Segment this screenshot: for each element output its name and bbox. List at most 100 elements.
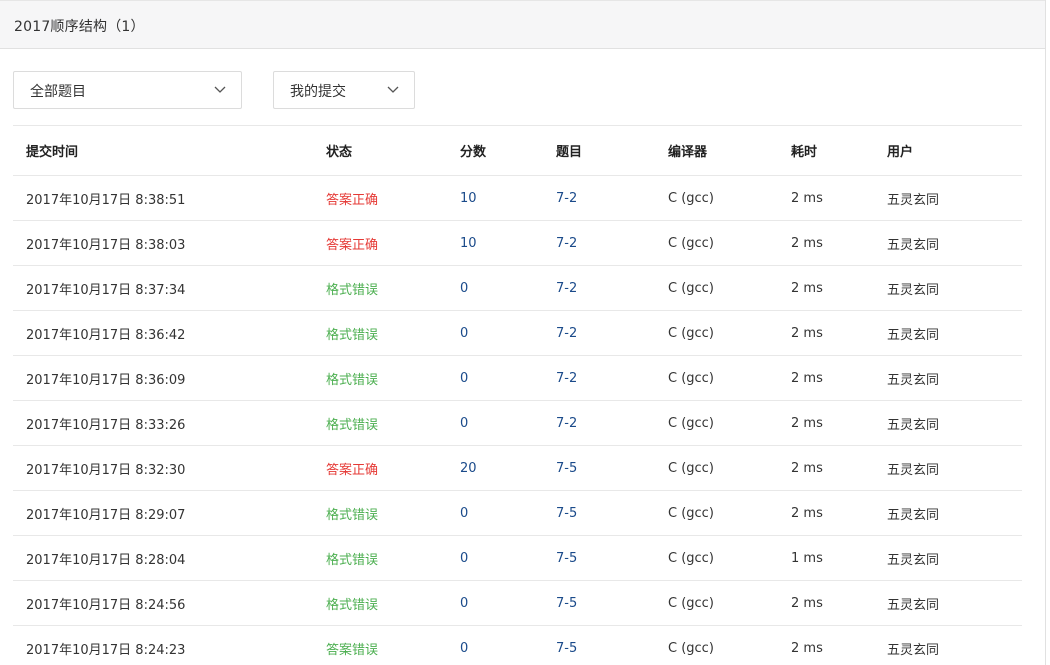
cell-problem[interactable]: 7-2 (556, 310, 668, 356)
table-row: 2017年10月17日 8:32:30 答案正确 20 7-5 C (gcc) 2 ms 五… (13, 445, 1022, 491)
cell-status[interactable]: 答案正确 (326, 445, 460, 491)
cell-problem[interactable]: 7-2 (556, 175, 668, 221)
cell-time: 2017年10月17日 8:38:51 (13, 175, 326, 221)
cell-problem[interactable]: 7-2 (556, 400, 668, 446)
cell-elapsed: 2 ms (791, 265, 887, 311)
table-row: 2017年10月17日 8:36:42 格式错误 0 7-2 C (gcc) 2 ms 五灵… (13, 310, 1022, 356)
column-header-time: 提交时间 (13, 126, 326, 176)
cell-time: 2017年10月17日 8:32:30 (13, 445, 326, 491)
cell-user: 五灵玄同 (887, 175, 1022, 221)
cell-elapsed: 2 ms (791, 355, 887, 401)
content-right-border (1045, 0, 1046, 665)
column-header-problem: 题目 (556, 126, 668, 176)
cell-problem[interactable]: 7-2 (556, 220, 668, 266)
cell-status[interactable]: 答案正确 (326, 220, 460, 266)
submissions-table-wrap: 提交时间 状态 分数 题目 编译器 耗时 用户 2017年10月17日 8:38… (13, 125, 1022, 665)
cell-compiler: C (gcc) (668, 220, 791, 266)
cell-elapsed: 2 ms (791, 220, 887, 266)
cell-problem[interactable]: 7-5 (556, 490, 668, 536)
cell-status[interactable]: 格式错误 (326, 580, 460, 626)
cell-elapsed: 2 ms (791, 490, 887, 536)
cell-status[interactable]: 格式错误 (326, 355, 460, 401)
cell-user: 五灵玄同 (887, 355, 1022, 401)
cell-problem[interactable]: 7-5 (556, 625, 668, 665)
cell-score[interactable]: 0 (460, 535, 556, 581)
cell-status[interactable]: 格式错误 (326, 490, 460, 536)
cell-elapsed: 2 ms (791, 625, 887, 665)
submissions-table: 提交时间 状态 分数 题目 编译器 耗时 用户 2017年10月17日 8:38… (13, 126, 1022, 665)
problem-filter-label: 全部题目 (30, 84, 86, 100)
cell-status[interactable]: 格式错误 (326, 265, 460, 311)
cell-time: 2017年10月17日 8:29:07 (13, 490, 326, 536)
page-header: 2017顺序结构（1） (0, 0, 1045, 49)
cell-status[interactable]: 格式错误 (326, 310, 460, 356)
cell-problem[interactable]: 7-2 (556, 355, 668, 401)
table-row: 2017年10月17日 8:24:56 格式错误 0 7-5 C (gcc) 2 ms 五灵… (13, 580, 1022, 626)
cell-time: 2017年10月17日 8:38:03 (13, 220, 326, 266)
cell-user: 五灵玄同 (887, 535, 1022, 581)
table-row: 2017年10月17日 8:37:34 格式错误 0 7-2 C (gcc) 2 ms 五灵… (13, 265, 1022, 311)
chevron-down-icon (387, 86, 399, 93)
cell-compiler: C (gcc) (668, 355, 791, 401)
cell-score[interactable]: 0 (460, 310, 556, 356)
cell-score[interactable]: 0 (460, 265, 556, 311)
cell-user: 五灵玄同 (887, 400, 1022, 446)
cell-score[interactable]: 0 (460, 400, 556, 446)
cell-user: 五灵玄同 (887, 265, 1022, 311)
table-row: 2017年10月17日 8:24:23 答案错误 0 7-5 C (gcc) 2 ms 五灵… (13, 625, 1022, 665)
cell-compiler: C (gcc) (668, 535, 791, 581)
cell-time: 2017年10月17日 8:36:42 (13, 310, 326, 356)
cell-compiler: C (gcc) (668, 445, 791, 491)
cell-user: 五灵玄同 (887, 580, 1022, 626)
cell-problem[interactable]: 7-2 (556, 265, 668, 311)
column-header-elapsed: 耗时 (791, 126, 887, 176)
cell-elapsed: 2 ms (791, 400, 887, 446)
table-row: 2017年10月17日 8:38:03 答案正确 10 7-2 C (gcc) 2 ms 五… (13, 220, 1022, 266)
table-row: 2017年10月17日 8:33:26 格式错误 0 7-2 C (gcc) 2 ms 五灵… (13, 400, 1022, 446)
cell-compiler: C (gcc) (668, 580, 791, 626)
cell-compiler: C (gcc) (668, 175, 791, 221)
cell-score[interactable]: 0 (460, 625, 556, 665)
table-row: 2017年10月17日 8:28:04 格式错误 0 7-5 C (gcc) 1 ms 五灵… (13, 535, 1022, 581)
cell-status[interactable]: 答案正确 (326, 175, 460, 221)
cell-score[interactable]: 20 (460, 445, 556, 491)
cell-time: 2017年10月17日 8:33:26 (13, 400, 326, 446)
table-row: 2017年10月17日 8:38:51 答案正确 10 7-2 C (gcc) 2 ms 五… (13, 175, 1022, 221)
cell-user: 五灵玄同 (887, 445, 1022, 491)
cell-status[interactable]: 格式错误 (326, 535, 460, 581)
cell-elapsed: 2 ms (791, 175, 887, 221)
cell-elapsed: 2 ms (791, 310, 887, 356)
cell-compiler: C (gcc) (668, 265, 791, 311)
cell-score[interactable]: 0 (460, 580, 556, 626)
cell-compiler: C (gcc) (668, 400, 791, 446)
cell-user: 五灵玄同 (887, 310, 1022, 356)
cell-score[interactable]: 10 (460, 175, 556, 221)
column-header-user: 用户 (887, 126, 1022, 176)
cell-compiler: C (gcc) (668, 625, 791, 665)
cell-compiler: C (gcc) (668, 490, 791, 536)
cell-time: 2017年10月17日 8:36:09 (13, 355, 326, 401)
cell-problem[interactable]: 7-5 (556, 535, 668, 581)
submissions-page: 2017顺序结构（1） 全部题目 我的提交 提交时间 状态 分数 题目 编译器 … (0, 0, 1050, 665)
chevron-down-icon (214, 86, 226, 93)
cell-score[interactable]: 0 (460, 355, 556, 401)
cell-user: 五灵玄同 (887, 490, 1022, 536)
column-header-status: 状态 (326, 126, 460, 176)
submission-filter-label: 我的提交 (290, 84, 346, 100)
table-header-row: 提交时间 状态 分数 题目 编译器 耗时 用户 (13, 126, 1022, 176)
submission-filter-select[interactable]: 我的提交 (273, 71, 415, 109)
cell-time: 2017年10月17日 8:28:04 (13, 535, 326, 581)
cell-status[interactable]: 答案错误 (326, 625, 460, 665)
cell-status[interactable]: 格式错误 (326, 400, 460, 446)
column-header-score: 分数 (460, 126, 556, 176)
problem-filter-select[interactable]: 全部题目 (13, 71, 242, 109)
cell-score[interactable]: 10 (460, 220, 556, 266)
cell-user: 五灵玄同 (887, 625, 1022, 665)
cell-score[interactable]: 0 (460, 490, 556, 536)
cell-elapsed: 2 ms (791, 580, 887, 626)
cell-problem[interactable]: 7-5 (556, 580, 668, 626)
cell-time: 2017年10月17日 8:37:34 (13, 265, 326, 311)
table-row: 2017年10月17日 8:29:07 格式错误 0 7-5 C (gcc) 2 ms 五灵… (13, 490, 1022, 536)
cell-problem[interactable]: 7-5 (556, 445, 668, 491)
cell-compiler: C (gcc) (668, 310, 791, 356)
